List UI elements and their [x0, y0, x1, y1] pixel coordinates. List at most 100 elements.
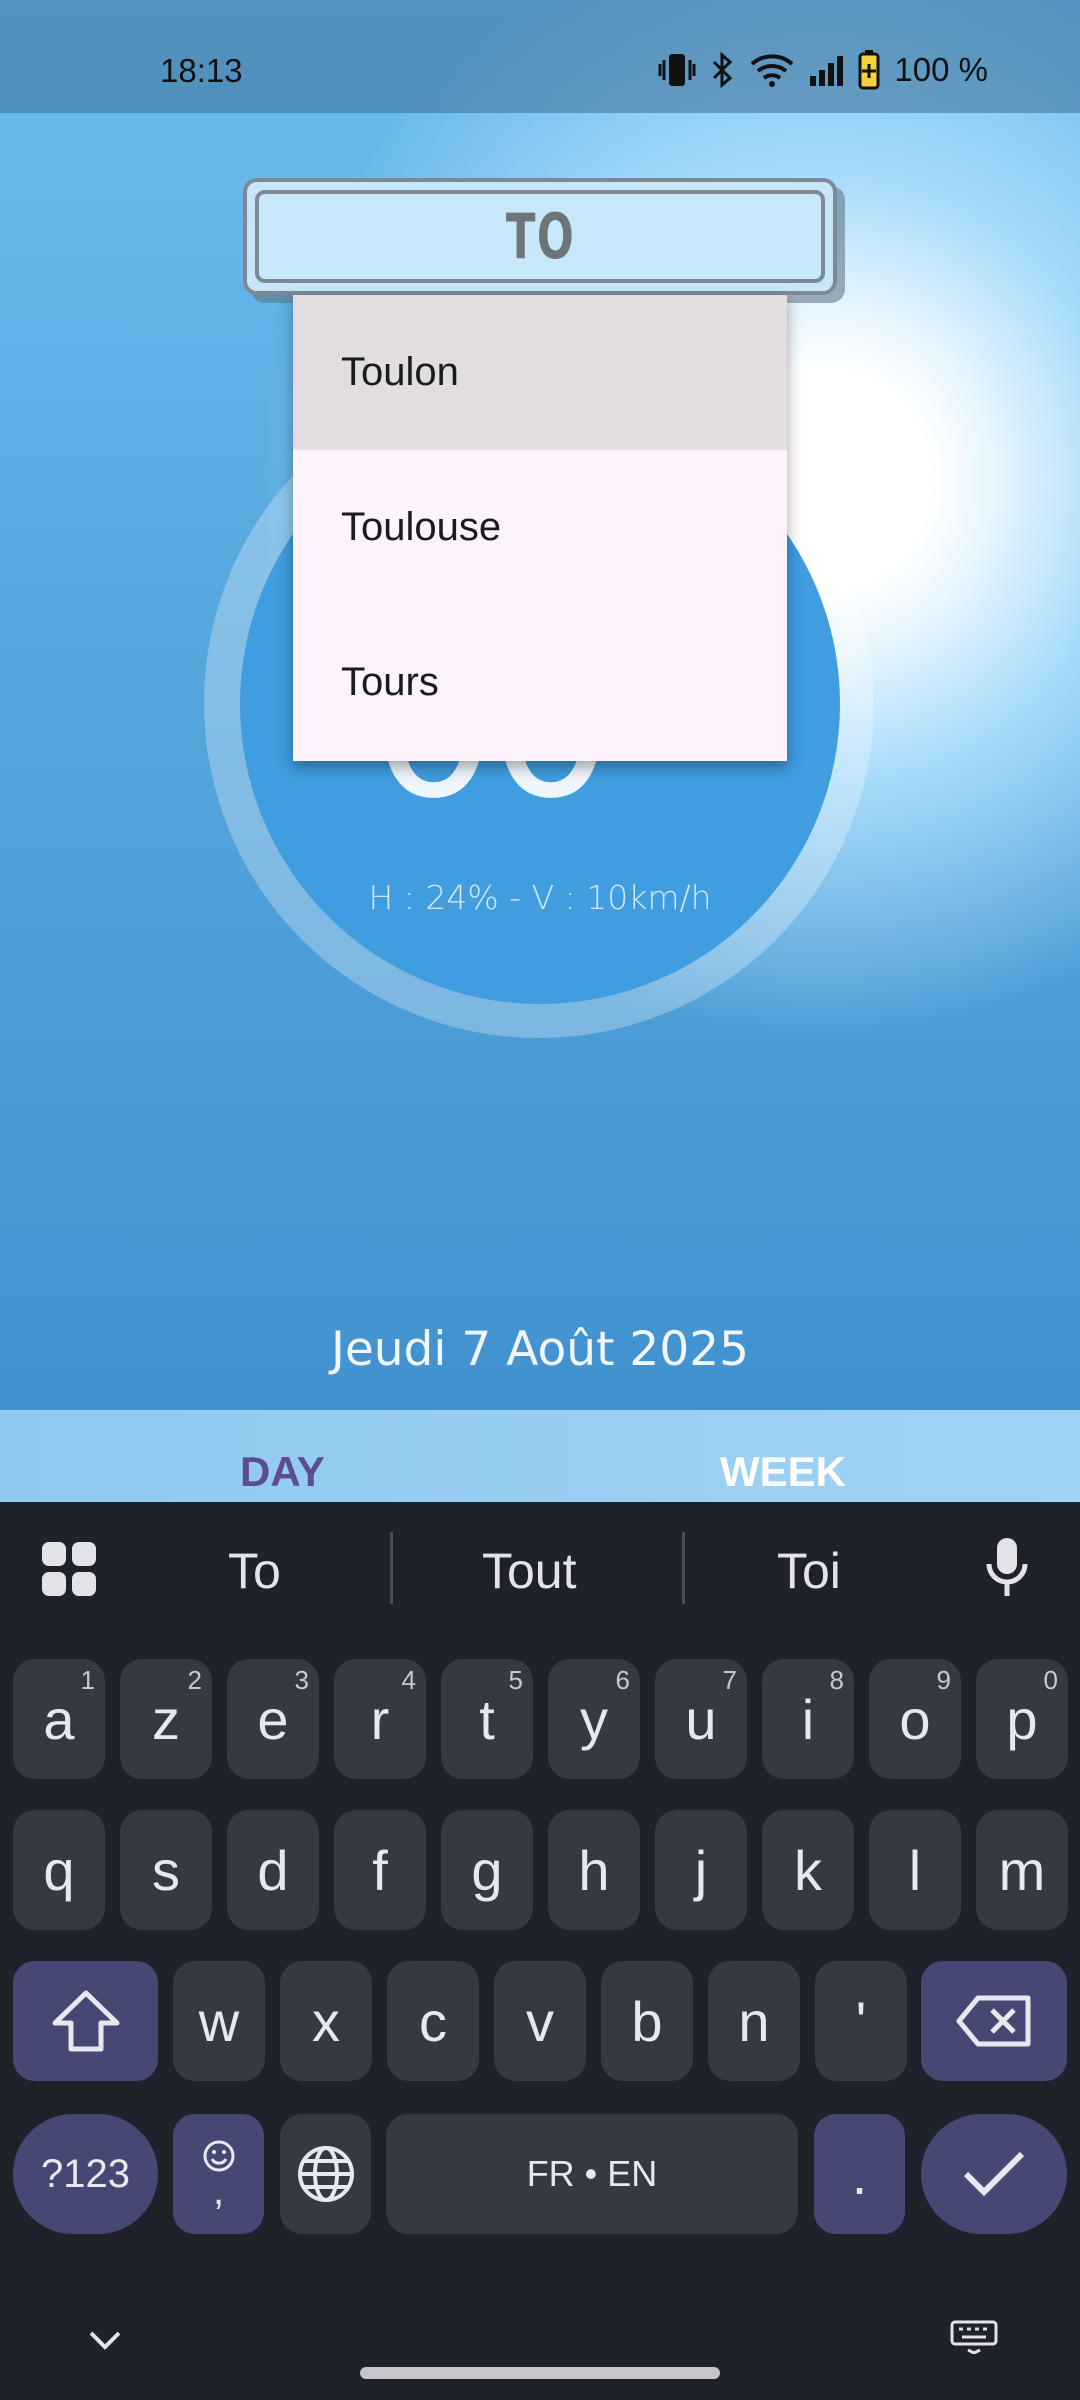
battery-icon	[858, 50, 880, 90]
key-h[interactable]: h	[548, 1810, 640, 1930]
emoji-icon	[203, 2140, 234, 2172]
key-label: w	[198, 1989, 240, 2053]
key-b[interactable]: b	[601, 1961, 693, 2081]
checkmark-icon	[963, 2151, 1025, 2197]
key-label: a	[43, 1687, 75, 1751]
city-search-box[interactable]: TO	[243, 178, 837, 295]
key-label: g	[471, 1838, 503, 1902]
symbols-key[interactable]: ?123	[13, 2114, 158, 2234]
key-hint-number: 7	[722, 1665, 737, 1695]
keyboard-switch-icon[interactable]	[950, 2320, 998, 2359]
key-g[interactable]: g	[441, 1810, 533, 1930]
key-f[interactable]: f	[334, 1810, 426, 1930]
shift-key[interactable]	[13, 1961, 158, 2081]
suggestion-divider	[682, 1532, 685, 1604]
key-v[interactable]: v	[494, 1961, 586, 2081]
key-y[interactable]: y6	[548, 1659, 640, 1779]
comma-label: ,	[212, 2169, 225, 2213]
key-label: j	[694, 1838, 708, 1902]
wifi-icon	[751, 54, 794, 87]
key-e[interactable]: e3	[227, 1659, 319, 1779]
key-d[interactable]: d	[227, 1810, 319, 1930]
key-u[interactable]: u7	[655, 1659, 747, 1779]
key-label: n	[738, 1989, 770, 2053]
suggestion-item-tours[interactable]: Tours	[293, 605, 787, 760]
key-hint-number: 0	[1043, 1665, 1058, 1695]
key-m[interactable]: m	[976, 1810, 1068, 1930]
key-hint-number: 5	[508, 1665, 523, 1695]
keyboard-suggestion-bar: To Tout Toi	[0, 1502, 1080, 1632]
vibrate-icon	[658, 54, 696, 86]
gesture-navigation-bar[interactable]	[360, 2367, 720, 2379]
suggestion-item-toulon[interactable]: Toulon	[293, 295, 787, 450]
globe-icon	[297, 2146, 354, 2202]
key-o[interactable]: o9	[869, 1659, 961, 1779]
key-a[interactable]: a1	[13, 1659, 105, 1779]
key-n[interactable]: n	[708, 1961, 800, 2081]
space-key[interactable]: FR • EN	[386, 2114, 798, 2234]
key-c[interactable]: c	[387, 1961, 479, 2081]
key-l[interactable]: l	[869, 1810, 961, 1930]
keyboard-suggestion[interactable]: To	[228, 1542, 281, 1600]
key-label: m	[998, 1838, 1046, 1902]
key-label: z	[152, 1687, 180, 1751]
city-suggestions-dropdown: Toulon Toulouse Tours	[293, 295, 787, 761]
key-label: i	[801, 1687, 815, 1751]
battery-percent: 100 %	[894, 51, 988, 88]
key-p[interactable]: p0	[976, 1659, 1068, 1779]
key-label: k	[794, 1838, 822, 1902]
key-w[interactable]: w	[173, 1961, 265, 2081]
city-search-input[interactable]: TO	[255, 190, 825, 283]
suggestion-divider	[390, 1532, 393, 1604]
key-label: v	[526, 1989, 554, 2053]
keyboard-suggestion[interactable]: Toi	[777, 1542, 841, 1600]
status-bar: 18:13 100 %	[0, 0, 1080, 113]
emoji-comma-key[interactable]: ,	[173, 2114, 264, 2234]
hide-keyboard-icon[interactable]	[88, 2330, 122, 2355]
keyboard-suggestion[interactable]: Tout	[482, 1542, 577, 1600]
key-hint-number: 2	[187, 1665, 202, 1695]
tab-day[interactable]: DAY	[240, 1448, 325, 1496]
humidity-wind-label: H : 24% - V : 10km/h	[368, 878, 712, 917]
key-label: q	[43, 1838, 75, 1902]
backspace-icon	[956, 1995, 1031, 2047]
key-label: t	[479, 1687, 495, 1751]
key-apostrophe[interactable]: '	[815, 1961, 907, 2081]
signal-icon	[810, 56, 844, 86]
key-hint-number: 3	[294, 1665, 309, 1695]
suggestion-item-toulouse[interactable]: Toulouse	[293, 450, 787, 605]
key-z[interactable]: z2	[120, 1659, 212, 1779]
language-key[interactable]	[280, 2114, 371, 2234]
bluetooth-icon	[713, 52, 733, 88]
key-hint-number: 9	[936, 1665, 951, 1695]
apps-grid-icon[interactable]	[40, 1540, 98, 1603]
key-label: f	[372, 1838, 388, 1902]
microphone-icon[interactable]	[985, 1536, 1029, 1603]
shift-arrow-icon	[52, 1990, 119, 2052]
view-tabs: DAY WEEK	[0, 1410, 1080, 1502]
key-hint-number: 6	[615, 1665, 630, 1695]
period-key[interactable]: .	[814, 2114, 905, 2234]
key-x[interactable]: x	[280, 1961, 372, 2081]
key-label: c	[419, 1989, 447, 2053]
key-label: p	[1006, 1687, 1038, 1751]
key-r[interactable]: r4	[334, 1659, 426, 1779]
key-label: l	[908, 1838, 922, 1902]
tab-week[interactable]: WEEK	[720, 1448, 846, 1496]
weather-app: 18:13 100 % H: 24% - V: 10km/h Jeudi 7…	[0, 0, 1080, 1502]
key-label: r	[370, 1687, 390, 1751]
enter-key[interactable]	[921, 2114, 1067, 2234]
key-hint-number: 1	[80, 1665, 95, 1695]
key-j[interactable]: j	[655, 1810, 747, 1930]
key-k[interactable]: k	[762, 1810, 854, 1930]
backspace-key[interactable]	[921, 1961, 1067, 2081]
key-label: x	[312, 1989, 340, 2053]
key-label: y	[580, 1687, 608, 1751]
key-label: '	[855, 1989, 867, 2053]
key-label: s	[152, 1838, 180, 1902]
key-i[interactable]: i8	[762, 1659, 854, 1779]
key-label: h	[578, 1838, 610, 1902]
key-s[interactable]: s	[120, 1810, 212, 1930]
key-q[interactable]: q	[13, 1810, 105, 1930]
key-t[interactable]: t5	[441, 1659, 533, 1779]
